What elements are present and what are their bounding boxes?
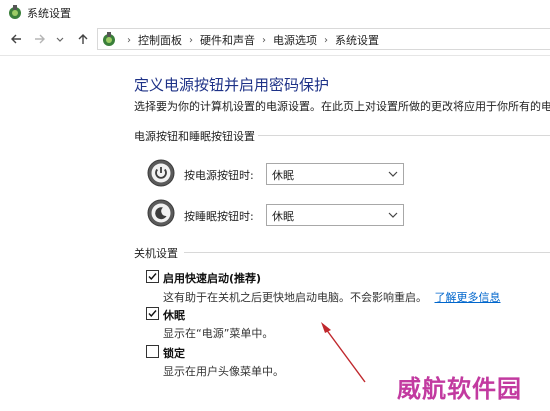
- page-title: 定义电源按钮并启用密码保护: [134, 76, 330, 94]
- chevron-right-icon: ›: [189, 34, 193, 46]
- control-panel-icon: [103, 32, 115, 46]
- section-title: 关机设置: [134, 247, 178, 260]
- select-value: 休眠: [272, 210, 294, 223]
- address-bar[interactable]: › 控制面板 › 硬件和声音 › 电源选项 › 系统设置: [97, 28, 550, 50]
- fast-startup-label: 启用快速启动(推荐): [163, 272, 262, 285]
- hibernate-label: 休眠: [163, 309, 185, 322]
- title-bar: 系统设置: [0, 0, 550, 24]
- divider: [0, 55, 550, 56]
- learn-more-link[interactable]: 了解更多信息: [435, 291, 501, 304]
- breadcrumb-item[interactable]: 硬件和声音: [200, 32, 255, 48]
- chevron-down-icon: [388, 171, 398, 177]
- chevron-down-icon[interactable]: [55, 32, 65, 46]
- section-title: 电源按钮和睡眠按钮设置: [134, 130, 255, 143]
- breadcrumb-item[interactable]: 电源选项: [273, 32, 317, 48]
- sleep-button-action-select[interactable]: 休眠: [266, 204, 404, 226]
- select-value: 休眠: [272, 169, 294, 182]
- chevron-down-icon: [388, 212, 398, 218]
- fast-startup-checkbox[interactable]: [146, 270, 159, 283]
- back-arrow-icon[interactable]: [9, 32, 23, 46]
- section-rule: [184, 252, 550, 253]
- power-button-label: 按电源按钮时:: [184, 169, 254, 182]
- breadcrumb-item[interactable]: 系统设置: [335, 32, 379, 48]
- control-panel-icon: [9, 5, 21, 19]
- lock-checkbox[interactable]: [146, 345, 159, 358]
- chevron-right-icon: ›: [262, 34, 266, 46]
- window-title: 系统设置: [27, 7, 71, 20]
- up-arrow-icon[interactable]: [76, 32, 90, 46]
- lock-description: 显示在用户头像菜单中。: [163, 365, 284, 378]
- description-text: 这有助于在关机之后更快地启动电脑。不会影响重启。: [163, 291, 427, 304]
- navigation-bar: › 控制面板 › 硬件和声音 › 电源选项 › 系统设置: [0, 26, 550, 52]
- breadcrumb-item[interactable]: 控制面板: [138, 32, 182, 48]
- section-rule: [258, 135, 550, 136]
- forward-arrow-icon[interactable]: [33, 32, 47, 46]
- fast-startup-description: 这有助于在关机之后更快地启动电脑。不会影响重启。 了解更多信息: [163, 289, 501, 305]
- sleep-button-icon: [147, 199, 175, 227]
- sleep-button-label: 按睡眠按钮时:: [184, 210, 254, 223]
- chevron-right-icon: ›: [127, 34, 131, 46]
- page-description: 选择要为你的计算机设置的电源设置。在此页上对设置所做的更改将应用于你所有的电: [134, 100, 550, 113]
- hibernate-description: 显示在“电源”菜单中。: [163, 327, 274, 340]
- lock-label: 锁定: [163, 347, 185, 360]
- power-button-action-select[interactable]: 休眠: [266, 163, 404, 185]
- power-button-icon: [147, 159, 175, 187]
- watermark: 威航软件园: [397, 374, 522, 403]
- breadcrumb: › 控制面板 › 硬件和声音 › 电源选项 › 系统设置: [120, 32, 379, 48]
- chevron-right-icon: ›: [324, 34, 328, 46]
- hibernate-checkbox[interactable]: [146, 307, 159, 320]
